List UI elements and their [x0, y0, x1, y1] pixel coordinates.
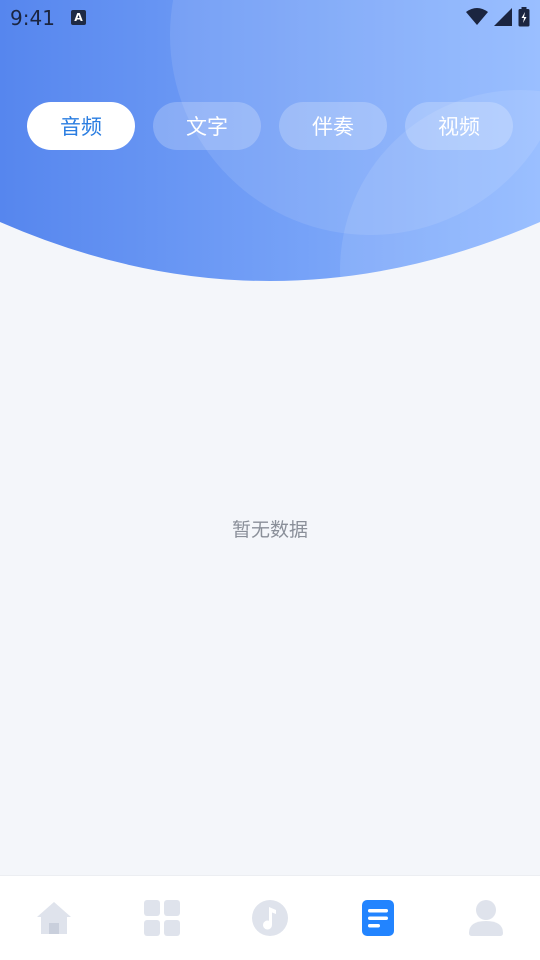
wifi-icon	[466, 8, 488, 25]
tab-label: 视频	[438, 115, 480, 139]
tab-label: 伴奏	[312, 115, 354, 139]
status-time: 9:41	[10, 6, 55, 30]
home-icon	[37, 902, 71, 934]
document-icon	[362, 900, 394, 936]
header-background	[0, 0, 540, 300]
profile-icon	[469, 900, 503, 936]
apps-icon	[144, 900, 180, 936]
notification-a-icon: A	[71, 10, 86, 25]
bottom-navigation	[0, 875, 540, 960]
nav-profile[interactable]	[454, 886, 518, 950]
category-tabs: 音频 文字 伴奏 视频	[27, 102, 513, 150]
tab-label: 音频	[60, 115, 102, 139]
tab-text[interactable]: 文字	[153, 102, 261, 150]
empty-state-text: 暂无数据	[231, 519, 308, 541]
battery-icon	[518, 7, 530, 27]
tab-audio[interactable]: 音频	[27, 102, 135, 150]
signal-icon	[494, 8, 512, 26]
music-icon	[252, 900, 288, 936]
nav-home[interactable]	[22, 886, 86, 950]
nav-document[interactable]	[346, 886, 410, 950]
status-bar: 9:41 A	[0, 0, 540, 36]
tab-label: 文字	[186, 115, 228, 139]
tab-video[interactable]: 视频	[405, 102, 513, 150]
tab-accompaniment[interactable]: 伴奏	[279, 102, 387, 150]
nav-music[interactable]	[238, 886, 302, 950]
nav-apps[interactable]	[130, 886, 194, 950]
